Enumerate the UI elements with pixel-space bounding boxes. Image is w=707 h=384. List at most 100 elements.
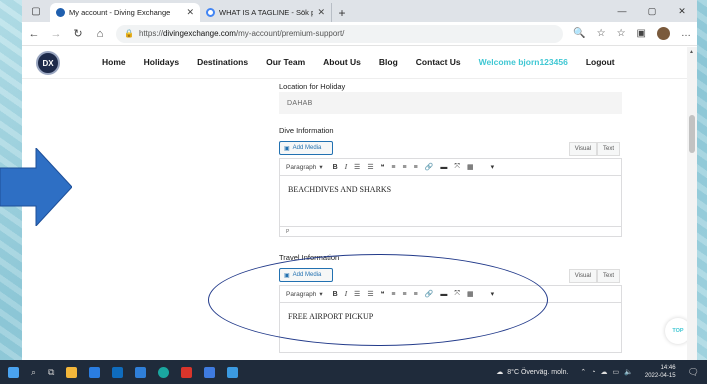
system-clock[interactable]: 14:46 2022-04-15 [645, 364, 676, 380]
mail-icon[interactable] [112, 366, 124, 378]
search-icon[interactable]: ⌕ [31, 367, 36, 378]
system-tray: ⌃ ◔ ☁ ▭ 🔈 [580, 368, 633, 377]
edge-icon[interactable] [158, 366, 170, 378]
cloud-sync-icon[interactable]: ☁ [601, 368, 608, 376]
read-more-icon[interactable]: ▬ [440, 164, 447, 171]
maximize-icon[interactable]: ▢ [637, 6, 667, 17]
collections-icon[interactable]: ▣ [637, 28, 646, 39]
dive-info-content[interactable]: BEACHDIVES AND SHARKS [279, 176, 622, 227]
windows-taskbar: ⌕ ⧉ ☁ 8°C Överväg. moln. ⌃ ◔ ☁ ▭ 🔈 14:46… [0, 360, 707, 384]
battery-icon[interactable]: ▭ [613, 368, 620, 376]
word-icon[interactable] [135, 366, 147, 378]
annotation-ellipse [208, 254, 548, 346]
google-favicon-icon [206, 8, 215, 17]
file-explorer-icon[interactable] [66, 366, 78, 378]
tab-visual[interactable]: Visual [568, 269, 597, 283]
nav-destinations[interactable]: Destinations [197, 57, 248, 67]
editor-toolbar: Paragraph ▾ B I ☰ ☰ ❝ ≡ ≡ ≡ 🔗 ▬ ⤧ ▦ ▾ [279, 158, 622, 176]
url-path: /my-account/premium-support/ [235, 29, 345, 38]
align-right-icon[interactable]: ≡ [414, 164, 418, 171]
address-bar: ← → ↻ ⌂ 🔒 https://divingexchange.com/my-… [22, 22, 697, 46]
close-tab-icon[interactable]: ✕ [186, 7, 194, 18]
dive-info-path: P [279, 227, 622, 237]
editor-mode-tabs: Visual Text [568, 142, 620, 156]
tab-title: WHAT IS A TAGLINE - Sök på Go [219, 8, 314, 17]
tab-visual[interactable]: Visual [568, 142, 597, 156]
welcome-user-link[interactable]: Welcome bjorn123456 [479, 57, 568, 67]
more-icon[interactable]: … [681, 28, 691, 39]
favorite-star-icon[interactable]: ☆ [597, 28, 606, 39]
url-prefix: https:// [138, 29, 163, 38]
nav-holidays[interactable]: Holidays [144, 57, 179, 67]
scrollbar-thumb[interactable] [689, 115, 695, 153]
nav-home[interactable]: Home [102, 57, 126, 67]
weather-widget[interactable]: ☁ 8°C Överväg. moln. [496, 368, 568, 377]
photos-icon[interactable] [204, 366, 216, 378]
bold-icon[interactable]: B [333, 164, 338, 171]
site-favicon-icon [56, 8, 65, 17]
new-tab-button[interactable]: + [332, 3, 352, 22]
lock-icon: 🔒 [124, 29, 134, 38]
store-icon[interactable] [89, 366, 101, 378]
cloud-icon: ☁ [496, 369, 504, 376]
url-field[interactable]: 🔒 https://divingexchange.com/my-account/… [116, 24, 564, 43]
task-view-icon[interactable]: ⧉ [48, 367, 54, 378]
network-icon[interactable]: ◔ [591, 369, 595, 376]
window-menu-icon[interactable]: ▢ [22, 0, 50, 22]
close-tab-icon[interactable]: ✕ [317, 7, 325, 18]
profile-avatar[interactable] [657, 27, 670, 40]
chevron-up-icon[interactable]: ⌃ [580, 368, 586, 376]
site-header: DX Home Holidays Destinations Our Team A… [22, 47, 687, 79]
tab-bar: ▢ My account - Diving Exchange ✕ WHAT IS… [22, 0, 697, 22]
windows-start-icon[interactable] [8, 366, 19, 378]
site-logo[interactable]: DX [36, 51, 60, 75]
align-center-icon[interactable]: ≡ [402, 164, 406, 171]
dive-info-label: Dive Information [279, 126, 334, 135]
home-icon[interactable]: ⌂ [94, 28, 106, 40]
nav-our-team[interactable]: Our Team [266, 57, 305, 67]
italic-icon[interactable]: I [345, 163, 347, 171]
tab-title: My account - Diving Exchange [69, 8, 171, 17]
window-controls: — ▢ ✕ [607, 0, 697, 22]
add-media-button[interactable]: ▣ Add Media [279, 141, 333, 155]
location-label: Location for Holiday [279, 82, 346, 91]
main-navigation: Home Holidays Destinations Our Team Abou… [102, 57, 633, 67]
chevron-down-icon: ▾ [319, 164, 323, 171]
close-window-icon[interactable]: ✕ [667, 6, 697, 17]
logout-link[interactable]: Logout [586, 57, 615, 67]
nav-contact-us[interactable]: Contact Us [416, 57, 461, 67]
favorites-icon[interactable]: ☆ [617, 28, 626, 39]
more-options-icon[interactable]: ▾ [491, 163, 495, 171]
annotation-arrow-icon [0, 148, 72, 226]
media-icon: ▣ [284, 145, 290, 152]
location-input[interactable]: DAHAB [279, 92, 622, 114]
back-icon[interactable]: ← [28, 28, 40, 40]
notifications-icon[interactable]: 🗨 [688, 367, 699, 378]
nav-blog[interactable]: Blog [379, 57, 398, 67]
forward-icon[interactable]: → [50, 28, 62, 40]
back-to-top-button[interactable]: TOP [665, 318, 687, 344]
scroll-up-icon[interactable]: ▲ [689, 49, 694, 55]
fullscreen-icon[interactable]: ⤧ [454, 163, 460, 171]
blockquote-icon[interactable]: ❝ [381, 163, 385, 171]
toolbar-toggle-icon[interactable]: ▦ [467, 163, 474, 171]
tab-tagline-search[interactable]: WHAT IS A TAGLINE - Sök på Go ✕ [200, 3, 332, 22]
zoom-icon[interactable]: 🔍 [573, 28, 585, 39]
tab-text[interactable]: Text [596, 269, 620, 283]
tab-text[interactable]: Text [596, 142, 620, 156]
volume-icon[interactable]: 🔈 [624, 368, 633, 376]
reload-icon[interactable]: ↻ [72, 27, 84, 40]
minimize-icon[interactable]: — [607, 6, 637, 16]
acrobat-icon[interactable] [181, 366, 193, 378]
nav-about-us[interactable]: About Us [323, 57, 361, 67]
skype-icon[interactable] [227, 366, 239, 378]
tab-my-account[interactable]: My account - Diving Exchange ✕ [50, 3, 200, 22]
bullet-list-icon[interactable]: ☰ [354, 163, 360, 171]
url-domain: divingexchange.com [162, 29, 236, 38]
numbered-list-icon[interactable]: ☰ [367, 163, 373, 171]
editor-mode-tabs: Visual Text [568, 269, 620, 283]
format-select[interactable]: Paragraph ▾ [286, 163, 323, 172]
align-left-icon[interactable]: ≡ [391, 164, 395, 171]
page-scrollbar[interactable]: ▲ [687, 47, 697, 360]
link-icon[interactable]: 🔗 [425, 163, 434, 171]
